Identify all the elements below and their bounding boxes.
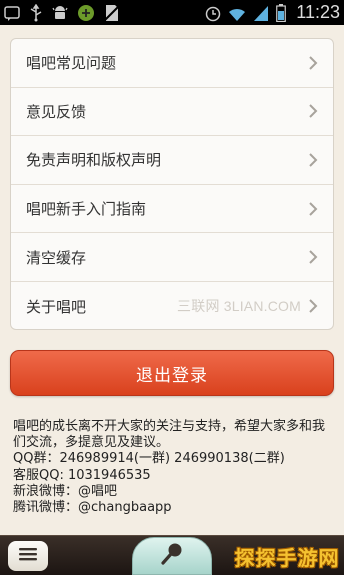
sing-button[interactable] xyxy=(132,537,212,575)
menu-item-feedback[interactable]: 意见反馈 xyxy=(11,88,333,137)
menu-item-faq[interactable]: 唱吧常见问题 xyxy=(11,39,333,88)
settings-menu: 唱吧常见问题 意见反馈 免责声明和版权声明 唱吧新手入门指南 清空缓存 关于唱吧… xyxy=(10,38,334,330)
menu-button[interactable] xyxy=(8,541,48,571)
menu-item-label: 唱吧新手入门指南 xyxy=(26,200,147,219)
logout-button[interactable]: 退出登录 xyxy=(10,350,334,396)
chevron-right-icon xyxy=(307,55,319,71)
info-weibo-sina: 新浪微博：@唱吧 xyxy=(13,483,118,499)
info-service-qq: 客服QQ: 1031946535 xyxy=(13,467,151,483)
menu-item-label: 清空缓存 xyxy=(26,248,87,267)
chevron-right-icon xyxy=(307,201,319,217)
wifi-icon xyxy=(228,4,246,22)
menu-item-label: 免责声明和版权声明 xyxy=(26,151,162,170)
menu-item-label: 唱吧常见问题 xyxy=(26,54,117,73)
usb-icon xyxy=(29,3,43,22)
menu-item-disclaimer[interactable]: 免责声明和版权声明 xyxy=(11,136,333,185)
info-weibo-tencent: 腾讯微博：@changbaapp xyxy=(13,500,172,516)
contact-info: 唱吧的成长离不开大家的关注与支持，希望大家多和我们交流，多提意见及建议。 QQ群… xyxy=(13,419,335,516)
alarm-icon xyxy=(204,4,222,22)
watermark-text: 三联网 3LIAN.COM xyxy=(177,298,301,315)
watermark-logo: 探探手游网 xyxy=(234,546,340,570)
no-sim-icon xyxy=(104,4,120,22)
chevron-right-icon xyxy=(307,152,319,168)
chevron-right-icon xyxy=(307,298,319,314)
info-qq-group: QQ群：246989914(一群) 246990138(二群) xyxy=(13,451,285,467)
android-debug-icon xyxy=(52,4,68,22)
menu-item-clear-cache[interactable]: 清空缓存 xyxy=(11,233,333,282)
chevron-right-icon xyxy=(307,249,319,265)
chevron-right-icon xyxy=(307,103,319,119)
menu-item-about[interactable]: 关于唱吧 三联网 3LIAN.COM xyxy=(11,282,333,329)
menu-item-label: 意见反馈 xyxy=(26,102,87,121)
info-intro: 唱吧的成长离不开大家的关注与支持，希望大家多和我们交流，多提意见及建议。 xyxy=(13,419,326,451)
microphone-icon xyxy=(159,541,185,571)
gps-icon xyxy=(77,4,95,22)
status-time: 11:23 xyxy=(296,2,340,22)
signal-icon xyxy=(252,4,270,22)
notification-icon xyxy=(4,5,20,21)
hamburger-icon xyxy=(18,546,38,566)
status-bar: 11:23 xyxy=(0,0,344,25)
battery-icon xyxy=(276,3,287,22)
menu-item-label: 关于唱吧 xyxy=(26,297,87,316)
menu-item-beginner-guide[interactable]: 唱吧新手入门指南 xyxy=(11,185,333,234)
